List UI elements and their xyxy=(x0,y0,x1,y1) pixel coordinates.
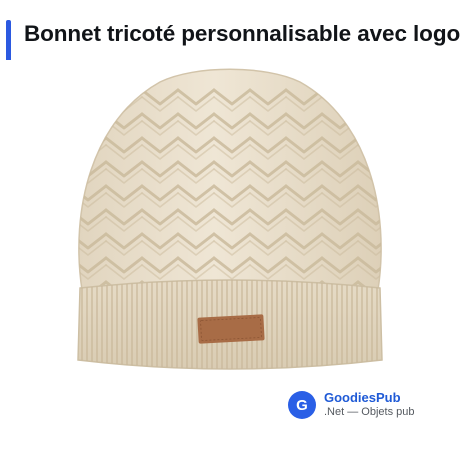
knit-chevron xyxy=(394,162,430,176)
brand-logo-icon: G xyxy=(288,391,316,419)
knit-chevron xyxy=(394,186,430,200)
brand-tagline: .Net — Objets pub xyxy=(324,406,415,419)
beanie-product-image xyxy=(77,68,430,370)
knit-chevron xyxy=(394,138,430,152)
brand-name: GoodiesPub xyxy=(324,390,401,406)
knit-chevron-inner xyxy=(78,96,107,112)
knit-chevron-inner xyxy=(394,265,430,279)
knit-chevron xyxy=(394,282,430,296)
knit-chevron-inner xyxy=(394,193,430,207)
knit-chevron xyxy=(394,234,430,248)
knit-chevron-inner xyxy=(394,169,430,183)
knit-chevron-inner xyxy=(394,145,430,159)
knit-chevron-inner xyxy=(394,217,430,231)
page-title: Bonnet tricoté personnalisable avec logo xyxy=(24,21,460,46)
knit-chevron xyxy=(356,88,382,106)
title-bar: Bonnet tricoté personnalisable avec logo xyxy=(0,12,460,60)
knit-chevron-inner xyxy=(394,97,430,111)
title-accent-bar xyxy=(6,20,11,60)
knit-chevron-inner xyxy=(357,96,382,112)
knit-chevron-inner xyxy=(394,289,430,303)
knit-chevron xyxy=(78,112,108,130)
knit-chevron xyxy=(78,88,108,106)
knit-chevron-inner xyxy=(78,120,107,136)
knit-chevron xyxy=(394,90,430,104)
knit-chevron-inner xyxy=(357,120,382,136)
knit-chevron-inner xyxy=(394,121,430,135)
knit-chevron xyxy=(356,136,382,154)
knit-chevron xyxy=(394,210,430,224)
knit-chevron xyxy=(394,258,430,272)
knit-chevron-inner xyxy=(394,241,430,255)
brand-badge[interactable]: G GoodiesPub .Net — Objets pub xyxy=(288,388,415,422)
knit-chevron xyxy=(394,114,430,128)
knit-chevron xyxy=(356,112,382,130)
